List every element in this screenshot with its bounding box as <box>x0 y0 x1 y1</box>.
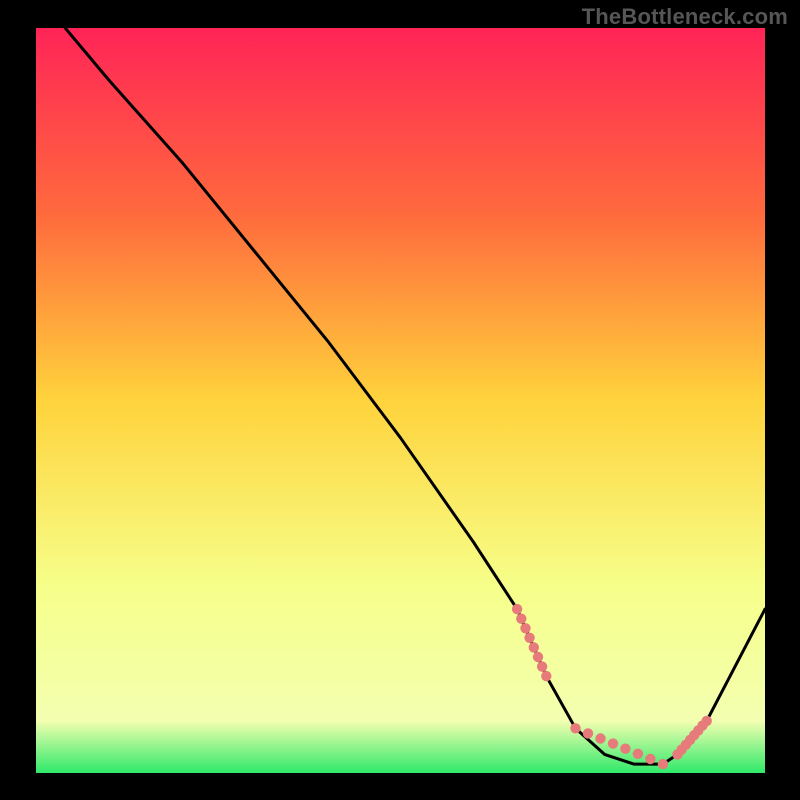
highlight-dot <box>516 614 526 624</box>
gradient-background <box>36 28 765 773</box>
highlight-dot <box>520 623 530 633</box>
highlight-dot <box>658 759 668 769</box>
highlight-dot <box>570 723 580 733</box>
highlight-dot <box>633 749 643 759</box>
chart-svg <box>36 28 765 773</box>
highlight-dot <box>620 744 630 754</box>
highlight-dot <box>537 661 547 671</box>
chart-plot-area <box>36 28 765 773</box>
highlight-dot <box>583 728 593 738</box>
highlight-dot <box>529 642 539 652</box>
watermark-text: TheBottleneck.com <box>582 4 788 30</box>
chart-frame: TheBottleneck.com <box>0 0 800 800</box>
highlight-dot <box>541 671 551 681</box>
highlight-dot <box>512 604 522 614</box>
highlight-dot <box>524 633 534 643</box>
highlight-dot <box>595 733 605 743</box>
highlight-dot <box>533 652 543 662</box>
highlight-dot <box>645 754 655 764</box>
highlight-dot <box>702 716 712 726</box>
highlight-dot <box>608 738 618 748</box>
